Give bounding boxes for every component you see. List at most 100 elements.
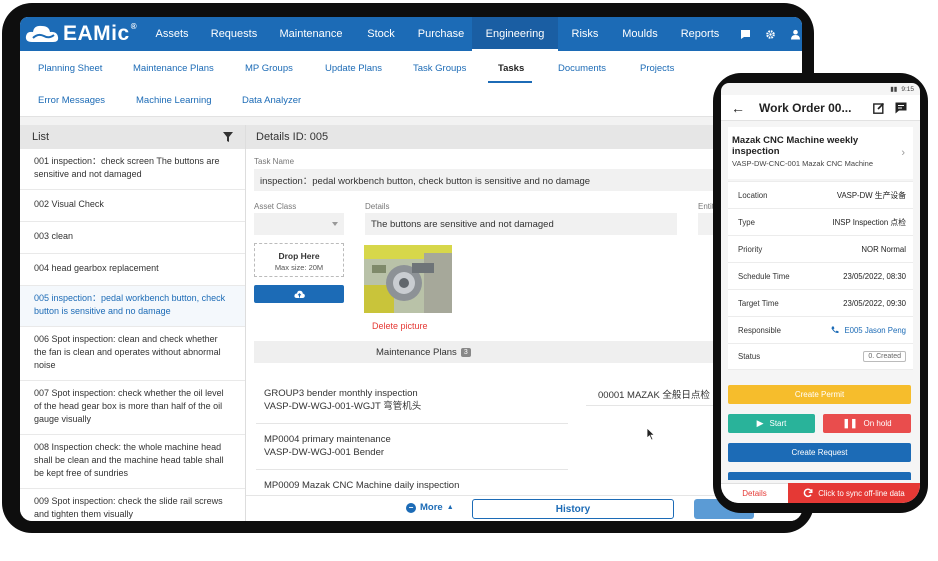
chevron-up-icon: ▲: [446, 504, 454, 511]
list-item[interactable]: 007 Spot inspection: check whether the o…: [20, 381, 245, 435]
list-item[interactable]: 009 Spot inspection: check the slide rai…: [20, 489, 245, 521]
status-time: 9:15: [901, 85, 914, 93]
asset-class-select[interactable]: [254, 213, 344, 235]
machine-photo-image: [364, 245, 452, 313]
start-button[interactable]: ▶ Start: [728, 414, 815, 433]
work-order-title: Work Order 00...: [759, 100, 852, 115]
phone-device: ▮▮ 9:15 ← Work Order 00... Mazak CNC Mac…: [713, 73, 928, 513]
nav-purchase[interactable]: Purchase: [410, 17, 472, 51]
tab-label: Maintenance Plans: [376, 347, 457, 358]
list-item[interactable]: 003 clean: [20, 222, 245, 254]
row-label: Status: [738, 352, 761, 361]
more-button[interactable]: − More ▲: [406, 502, 454, 513]
subnav-mp-groups[interactable]: MP Groups: [245, 63, 293, 74]
work-order-card[interactable]: Mazak CNC Machine weekly inspection VASP…: [728, 127, 913, 179]
maintenance-plan-row[interactable]: MP0009 Mazak CNC Machine daily inspectio…: [264, 479, 564, 492]
nav-assets[interactable]: Assets: [146, 17, 198, 51]
cloud-logo-icon: [25, 25, 59, 42]
nav-stock[interactable]: Stock: [352, 17, 410, 51]
back-arrow-icon[interactable]: ←: [731, 100, 745, 116]
signal-icon: ▮▮: [890, 86, 898, 93]
row-value: INSP Inspection 点检: [832, 217, 906, 227]
task-photo[interactable]: [364, 245, 452, 313]
comment-icon[interactable]: [895, 102, 907, 114]
subnav-task-groups[interactable]: Task Groups: [413, 63, 466, 74]
details-field[interactable]: The buttons are sensitive and not damage…: [365, 213, 677, 235]
subnav-projects[interactable]: Projects: [640, 63, 674, 74]
eamic-logo[interactable]: EAMic®: [24, 22, 146, 46]
info-row-location: Location VASP-DW 生产设备: [728, 181, 913, 208]
tab-maintenance-plans[interactable]: Maintenance Plans 3: [376, 347, 471, 358]
nav-moulds[interactable]: Moulds: [612, 17, 668, 51]
upload-button[interactable]: [254, 285, 344, 303]
info-row-status: Status 0. Created: [728, 343, 913, 370]
row-divider: [256, 469, 568, 470]
nav-requests[interactable]: Requests: [198, 17, 270, 51]
nav-risks[interactable]: Risks: [558, 17, 612, 51]
list-item[interactable]: 001 inspection：check screen The buttons …: [20, 149, 245, 190]
tablet-device: EAMic® Assets Requests Maintenance Stock…: [2, 3, 814, 533]
header-icons: [873, 102, 907, 114]
phone-call-icon: [831, 326, 839, 334]
info-row-priority: Priority NOR Normal: [728, 235, 913, 262]
row-value: NOR Normal: [861, 244, 906, 254]
drop-title: Drop Here: [278, 251, 320, 261]
create-permit-button[interactable]: Create Permit: [728, 385, 911, 404]
details-tab[interactable]: Details: [721, 483, 788, 503]
phone-header: ← Work Order 00...: [721, 95, 920, 121]
phone-bottom-bar: Details Click to sync off-line data: [721, 483, 920, 503]
subnav-update-plans[interactable]: Update Plans: [325, 63, 382, 74]
edit-icon[interactable]: [873, 102, 885, 114]
count-badge: 3: [460, 348, 471, 357]
chevron-right-icon: ›: [901, 147, 905, 159]
list-item[interactable]: 002 Visual Check: [20, 190, 245, 222]
subnav-planning-sheet[interactable]: Planning Sheet: [38, 63, 102, 74]
info-row-schedule-time: Schedule Time 23/05/2022, 08:30: [728, 262, 913, 289]
info-row-type: Type INSP Inspection 点检: [728, 208, 913, 235]
row-divider: [256, 423, 568, 424]
maintenance-plan-row[interactable]: MP0004 primary maintenance VASP-DW-WGJ-0…: [264, 433, 564, 459]
list-item[interactable]: 008 Inspection check: the whole machine …: [20, 435, 245, 489]
filter-icon[interactable]: [223, 132, 233, 142]
responsible-name: E005 Jason Peng: [844, 325, 906, 335]
subnav-machine-learning[interactable]: Machine Learning: [136, 95, 212, 106]
task-list-panel: List 001 inspection：check screen The but…: [20, 125, 246, 521]
maintenance-plan-row[interactable]: GROUP3 bender monthly inspection VASP-DW…: [264, 387, 564, 413]
on-hold-button[interactable]: ❚❚ On hold: [823, 414, 911, 433]
minus-circle-icon: −: [406, 502, 416, 513]
nav-maintenance[interactable]: Maintenance: [270, 17, 352, 51]
file-drop-zone[interactable]: Drop Here Max size: 20M: [254, 243, 344, 277]
history-button[interactable]: History: [472, 499, 674, 519]
subnav-data-analyzer[interactable]: Data Analyzer: [242, 95, 301, 106]
details-label: Details: [365, 202, 390, 211]
nav-engineering[interactable]: Engineering: [472, 17, 558, 51]
list-item-selected[interactable]: 005 inspection：pedal workbench button, c…: [20, 286, 245, 327]
sub-navigation: Planning Sheet Maintenance Plans MP Grou…: [20, 51, 802, 117]
drop-max-size: Max size: 20M: [274, 263, 324, 272]
task-group-row[interactable]: 00001 MAZAK 全般日点检 Insp: [598, 387, 731, 401]
chevron-down-icon: [332, 222, 338, 226]
row-value: 23/05/2022, 09:30: [843, 298, 906, 308]
task-name-field[interactable]: inspection：pedal workbench button, check…: [254, 169, 734, 191]
subnav-maintenance-plans[interactable]: Maintenance Plans: [133, 63, 214, 74]
partial-blue-button[interactable]: [728, 472, 911, 480]
nav-reports[interactable]: Reports: [668, 17, 732, 51]
list-item[interactable]: 006 Spot inspection: clean and check whe…: [20, 327, 245, 381]
on-hold-label: On hold: [863, 419, 892, 428]
subnav-tasks[interactable]: Tasks: [498, 63, 524, 74]
list-item[interactable]: 004 head gearbox replacement: [20, 254, 245, 286]
cloud-upload-icon: [293, 290, 305, 298]
delete-picture-link[interactable]: Delete picture: [372, 321, 428, 331]
row-label: Location: [738, 190, 768, 200]
create-request-button[interactable]: Create Request: [728, 443, 911, 462]
gear-icon[interactable]: [765, 29, 776, 40]
phone-status-bar: ▮▮ 9:15: [721, 83, 920, 95]
subnav-documents[interactable]: Documents: [558, 63, 606, 74]
list-title: List: [32, 131, 50, 143]
subnav-error-messages[interactable]: Error Messages: [38, 95, 105, 106]
sync-icon: [803, 488, 813, 498]
user-icon[interactable]: [790, 29, 801, 40]
chat-icon[interactable]: [740, 29, 751, 40]
sync-offline-button[interactable]: Click to sync off-line data: [788, 483, 920, 503]
responsible-link[interactable]: E005 Jason Peng: [831, 326, 906, 335]
